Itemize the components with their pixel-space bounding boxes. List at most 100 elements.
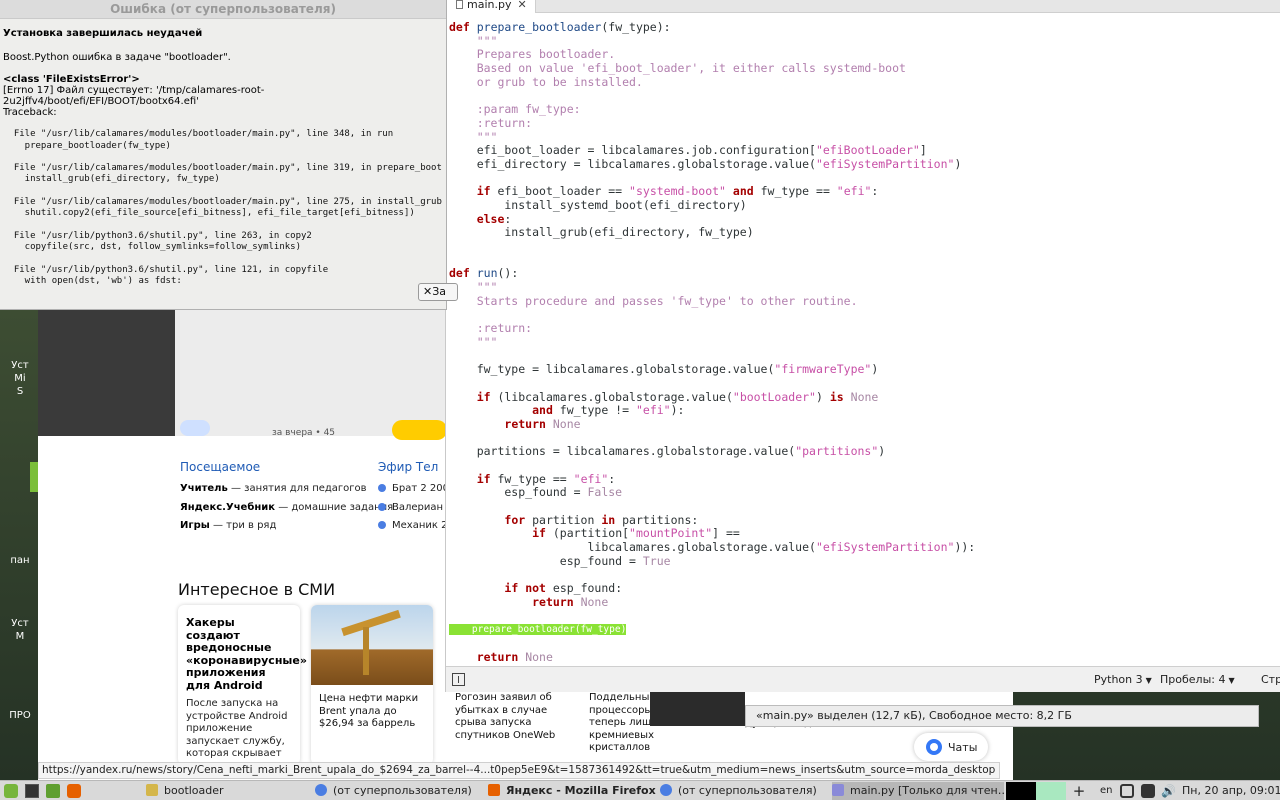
search-button[interactable] (392, 420, 447, 440)
code-line: or grub to be installed. (449, 74, 643, 89)
folder-icon (146, 784, 158, 796)
volume-icon[interactable]: 🔊 (1161, 782, 1175, 800)
firefox-icon[interactable] (67, 784, 81, 798)
desktop-icon-label[interactable]: ПРО (0, 710, 40, 721)
task-superuser-2[interactable]: (от суперпользователя) (660, 782, 830, 800)
code-line: if efi_boot_loader == "systemd-boot" and… (476, 184, 879, 199)
editor-tabbar: main.py ✕ (446, 0, 1280, 13)
visited-title[interactable]: Посещаемое (180, 460, 380, 474)
traceback-line: shutil.copy2(efi_file_source[efi_bitness… (3, 208, 415, 219)
code-line: def run(): (449, 266, 519, 281)
task-firefox[interactable]: Яндекс - Mozilla Firefox (488, 782, 658, 800)
task-superuser-1[interactable]: (от суперпользователя) (315, 782, 485, 800)
code-line: if fw_type == "efi": (476, 471, 616, 486)
code-line: for partition in partitions: (504, 512, 699, 527)
dialog-title[interactable]: Ошибка (от суперпользователя) (0, 0, 446, 19)
language-select[interactable]: Python 3 ▼ (1094, 673, 1152, 686)
tab-label: main.py (467, 0, 512, 11)
chats-label: Чаты (948, 740, 978, 754)
terminal-icon[interactable] (25, 784, 39, 798)
keyboard-layout[interactable]: en (1100, 782, 1114, 800)
add-workspace-icon[interactable]: + (1072, 782, 1086, 800)
editor-statusbar: Python 3 ▼ Пробелы: 4 ▼ Стр (446, 666, 1280, 692)
news-section-title: Интересное в СМИ (178, 580, 336, 599)
desktop-icon-label[interactable]: S (0, 386, 40, 397)
traceback-line (3, 186, 443, 197)
traceback-line (3, 220, 443, 231)
task-editor[interactable]: main.py [Только для чтен… (832, 782, 1004, 800)
play-icon (378, 502, 386, 511)
efir-title[interactable]: Эфир Тел (378, 460, 448, 474)
clock[interactable]: Пн, 20 апр, 09:01 (1182, 782, 1280, 800)
efir-item[interactable]: Механик 2 (378, 517, 448, 536)
code-line: :return: (449, 115, 533, 130)
desktop-icon-label[interactable]: пан (0, 555, 40, 566)
display-icon[interactable] (1141, 784, 1155, 798)
code-line: return None (504, 416, 581, 431)
side-panel-icon[interactable] (452, 673, 465, 686)
visited-item[interactable]: Игры — три в ряд (180, 517, 380, 536)
text-editor-icon (832, 784, 844, 796)
code-line: partitions = libcalamares.globalstorage.… (449, 444, 886, 459)
chevron-down-icon: ▼ (1145, 676, 1152, 685)
workspace-1[interactable] (1006, 782, 1036, 800)
efir-item[interactable]: Валериан и (378, 499, 448, 518)
desktop-icon-label[interactable]: Уст (0, 360, 40, 371)
news-body: Цена нефти марки Brent упала до $26,94 з… (319, 693, 419, 729)
code-line: install_systemd_boot(efi_directory) (449, 197, 747, 212)
desktop-icon-label[interactable]: Mi (0, 373, 40, 384)
app-menu-icon[interactable] (4, 784, 18, 798)
code-line: :return: (449, 321, 533, 336)
traceback-line: File "/usr/lib/python3.6/shutil.py", lin… (3, 230, 312, 241)
workspace-2[interactable] (1036, 782, 1066, 800)
close-icon[interactable]: ✕ (517, 0, 526, 11)
code-line: Starts procedure and passes 'fw_type' to… (449, 293, 858, 308)
error-subtitle: Boost.Python ошибка в задаче "bootloader… (3, 52, 231, 63)
installer-icon (315, 784, 327, 796)
efir-item[interactable]: Брат 2 2000 (378, 480, 448, 499)
code-line: else: (476, 211, 512, 226)
efir-section: Эфир Тел Брат 2 2000 Валериан и Механик … (378, 460, 448, 536)
views-text: за вчера • 45 (272, 428, 336, 438)
news-card[interactable]: Цена нефти марки Brent упала до $26,94 з… (311, 605, 433, 765)
code-line: efi_directory = libcalamares.globalstora… (449, 156, 962, 171)
exception-class: <class 'FileExistsError'> (3, 74, 140, 85)
code-line: """ (449, 129, 498, 144)
indent-select[interactable]: Пробелы: 4 ▼ (1160, 673, 1235, 686)
visited-item[interactable]: Яндекс.Учебник — домашние задания (180, 499, 393, 518)
chats-button[interactable]: Чаты (914, 733, 988, 761)
tab-main-py[interactable]: main.py ✕ (446, 0, 536, 13)
close-button[interactable]: ✕За (418, 283, 458, 301)
cursor-position[interactable]: Стр (1261, 673, 1280, 686)
traceback: File "/usr/lib/calamares/modules/bootloa… (3, 118, 443, 287)
document-icon (456, 0, 463, 9)
task-bootloader[interactable]: bootloader (140, 782, 300, 800)
chat-icon (926, 739, 942, 755)
window-icon[interactable] (1120, 784, 1134, 798)
code-line: """ (449, 280, 498, 295)
play-icon (378, 521, 386, 529)
code-line: """ (449, 33, 498, 48)
traceback-label: Traceback: (3, 107, 57, 118)
folder-icon[interactable] (46, 784, 60, 798)
traceback-line: copyfile(src, dst, follow_symlinks=follo… (3, 242, 302, 253)
visited-item[interactable]: Учитель — занятия для педагогов (180, 480, 380, 499)
code-line: install_grub(efi_directory, fw_type) (449, 225, 754, 240)
visited-section: Посещаемое Учитель — занятия для педагог… (180, 460, 393, 536)
desktop-icon-label[interactable]: Уст (0, 618, 40, 629)
news-mini-item[interactable]: Рогозин заявил об убытках в случае срыва… (455, 692, 565, 742)
desktop-icon-label[interactable]: М (0, 631, 40, 642)
code-view[interactable]: def prepare_bootloader(fw_type): """ Pre… (446, 20, 1280, 664)
weather-pill[interactable] (180, 420, 210, 436)
chevron-down-icon: ▼ (1228, 676, 1235, 685)
code-line: efi_boot_loader = libcalamares.job.confi… (449, 143, 927, 158)
close-icon: ✕ (423, 285, 433, 298)
play-icon (378, 484, 386, 492)
news-card[interactable]: Хакеры создают вредоносные «коронавирусн… (178, 605, 307, 772)
